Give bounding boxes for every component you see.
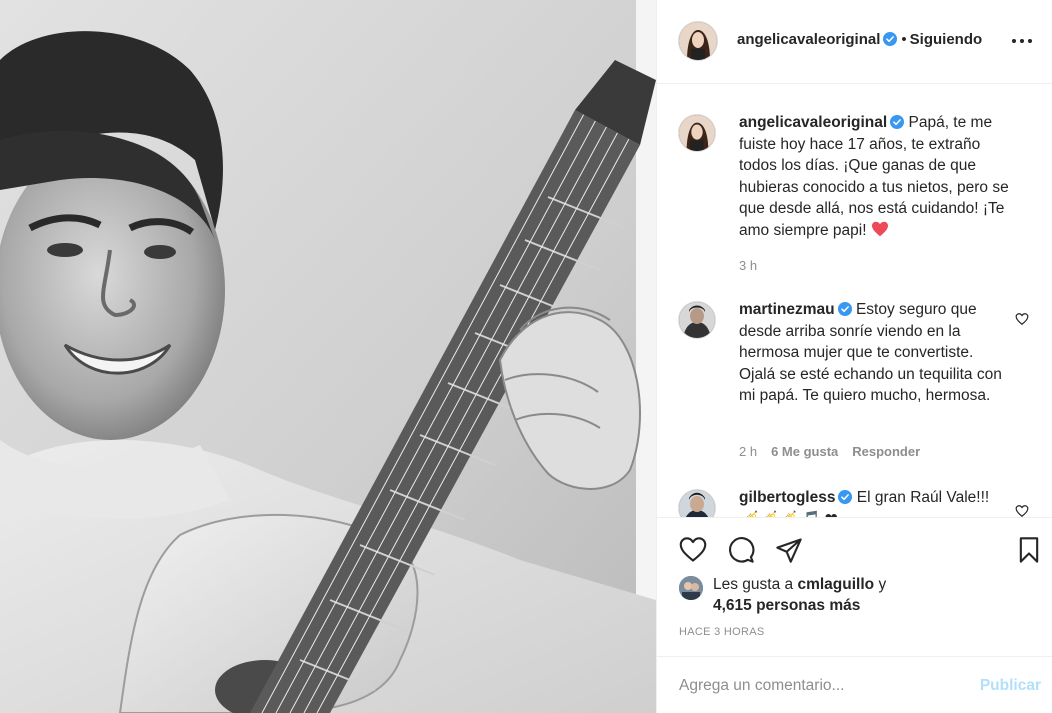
reply-button[interactable]: Responder	[852, 444, 920, 459]
likes-text: Les gusta a cmlaguillo y 4,615 personas …	[713, 574, 993, 616]
comment-item: gilbertogless El gran Raúl Vale!!! 🎺🎺🎺 🎵…	[679, 487, 1039, 517]
add-comment-bar: Publicar	[657, 656, 1052, 713]
heart-outline-icon[interactable]	[679, 536, 707, 564]
comment-bubble-icon[interactable]	[727, 536, 755, 564]
more-options-icon[interactable]	[1011, 31, 1033, 51]
caption-item: angelicavaleoriginal Papá, te me fuiste …	[679, 112, 1039, 275]
red-heart-emoji-icon	[871, 221, 888, 236]
comment-like-count[interactable]: 6 Me gusta	[771, 444, 838, 459]
verified-badge-icon	[838, 490, 853, 504]
liker-username[interactable]: cmlaguillo	[797, 576, 874, 593]
author-avatar[interactable]	[679, 22, 717, 60]
liker-avatar[interactable]	[679, 576, 703, 600]
verified-badge-icon	[890, 115, 905, 129]
comment-username[interactable]: martinezmau	[739, 301, 835, 318]
verified-badge-icon	[883, 32, 898, 46]
comment-like-heart-icon[interactable]	[1015, 504, 1029, 517]
comment-username[interactable]: gilbertogless	[739, 489, 835, 506]
caption-meta: 3 h	[739, 258, 771, 273]
verified-badge-icon	[837, 302, 852, 316]
post-side-panel: angelicavaleoriginal • Siguiendo angelicav…	[656, 0, 1052, 713]
comment-input[interactable]	[679, 674, 969, 698]
caption-username[interactable]: angelicavaleoriginal	[739, 114, 887, 131]
comment-like-heart-icon[interactable]	[1015, 312, 1029, 326]
caption-time: 3 h	[739, 258, 758, 273]
bookmark-icon[interactable]	[1015, 536, 1043, 564]
caption-author-avatar[interactable]	[679, 115, 715, 151]
comment-avatar[interactable]	[679, 490, 715, 517]
comment-avatar[interactable]	[679, 302, 715, 338]
publish-button[interactable]: Publicar	[980, 677, 1041, 695]
likes-count[interactable]: 4,615 personas más	[713, 597, 860, 614]
likes-prefix: Les gusta a	[713, 576, 794, 593]
comment-item: martinezmau Estoy seguro que desde arrib…	[679, 299, 1039, 462]
likes-and: y	[878, 576, 887, 593]
author-line: angelicavaleoriginal • Siguiendo	[737, 31, 982, 48]
paper-plane-icon[interactable]	[775, 536, 803, 564]
post-photo[interactable]	[0, 0, 656, 713]
post-photo-illustration	[0, 0, 656, 713]
comments-list[interactable]: angelicavaleoriginal Papá, te me fuiste …	[657, 85, 1052, 517]
header-separator: •	[901, 31, 907, 48]
comment-time: 2 h	[739, 444, 758, 459]
author-username[interactable]: angelicavaleoriginal	[737, 31, 880, 48]
comment-meta: 2 h 6 Me gusta Responder	[739, 444, 934, 459]
following-button[interactable]: Siguiendo	[910, 31, 983, 48]
caption-text-block: angelicavaleoriginal Papá, te me fuiste …	[739, 112, 1009, 241]
comment-text-block: gilbertogless El gran Raúl Vale!!! 🎺🎺🎺 🎵…	[739, 487, 1009, 517]
comment-text: El gran Raúl	[856, 489, 943, 506]
post-header: angelicavaleoriginal • Siguiendo	[657, 0, 1052, 84]
comment-text-block: martinezmau Estoy seguro que desde arrib…	[739, 299, 1009, 407]
post-timestamp[interactable]: HACE 3 HORAS	[679, 626, 765, 638]
